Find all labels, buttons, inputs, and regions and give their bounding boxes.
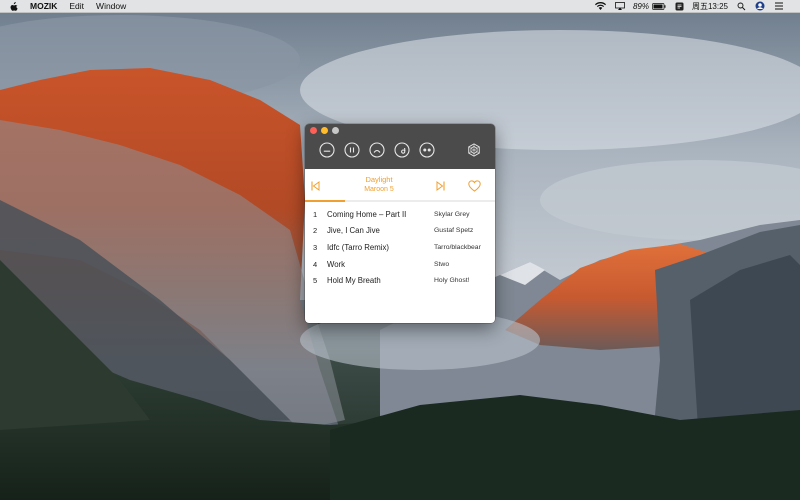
wifi-icon[interactable] [594, 0, 606, 13]
next-track-button[interactable] [435, 180, 446, 191]
now-playing-title: Daylight [365, 175, 393, 184]
track-number: 2 [313, 226, 318, 236]
search-icon[interactable] [737, 0, 746, 13]
zoom-window-button[interactable] [332, 127, 339, 134]
pause-face-icon[interactable] [344, 142, 360, 158]
track-list-item[interactable]: 3 Idfc (Tarro Remix) Tarro/blackbear [305, 239, 495, 256]
airplay-icon[interactable] [615, 0, 625, 13]
track-title: Idfc (Tarro Remix) [327, 242, 389, 252]
track-artist: Tarro/blackbear [434, 243, 481, 251]
app-status-icon[interactable] [675, 0, 684, 13]
now-playing-artist: Maroon 5 [364, 186, 394, 193]
menu-app-name[interactable]: MOZIK [30, 0, 57, 13]
track-artist: Stwo [434, 260, 450, 268]
battery-percent: 89% [632, 1, 649, 11]
menu-bar-left: MOZIK Edit Window [0, 0, 138, 13]
user-icon[interactable] [755, 0, 765, 13]
track-list-item[interactable]: 4 Work Stwo [305, 256, 495, 273]
wink-face-icon[interactable] [394, 142, 410, 158]
now-playing-bar: Daylight Maroon 5 [305, 169, 495, 201]
playback-progress-fill [305, 200, 345, 202]
apple-icon[interactable] [9, 1, 18, 11]
neutral-face-icon[interactable] [319, 142, 335, 158]
battery-icon[interactable] [652, 0, 666, 13]
track-title: Coming Home – Part II [327, 209, 407, 219]
mozik-player-window: Daylight Maroon 5 1 Coming Home – Part I… [305, 124, 495, 323]
sad-face-icon[interactable] [369, 142, 385, 158]
track-artist: Skylar Grey [434, 210, 470, 218]
settings-hexagon-icon[interactable] [466, 142, 482, 158]
list-icon[interactable] [774, 0, 784, 13]
track-list: 1 Coming Home – Part II Skylar Grey 2 Ji… [305, 206, 495, 289]
favorite-heart-icon[interactable] [467, 179, 481, 192]
track-artist: Holy Ghost! [434, 277, 470, 285]
track-list-item[interactable]: 1 Coming Home – Part II Skylar Grey [305, 206, 495, 223]
shades-face-icon[interactable] [419, 142, 435, 158]
menu-bar-status: 89% 周五13:25 [586, 0, 800, 13]
track-artist: Gustaf Spetz [434, 227, 474, 235]
previous-track-button[interactable] [310, 180, 321, 191]
playback-progress-bar[interactable] [305, 200, 495, 202]
track-title: Work [327, 259, 346, 269]
player-toolbar [305, 124, 495, 169]
track-list-item[interactable]: 5 Hold My Breath Holy Ghost! [305, 272, 495, 289]
track-number: 1 [313, 209, 318, 219]
menu-bar: MOZIK Edit Window 89% 周五13:25 [0, 0, 800, 13]
menu-edit[interactable]: Edit [69, 0, 84, 13]
menu-window[interactable]: Window [96, 0, 126, 13]
menu-bar-clock[interactable]: 周五13:25 [692, 0, 728, 13]
track-title: Jive, I Can Jive [327, 226, 380, 236]
close-window-button[interactable] [310, 127, 317, 134]
track-number: 4 [313, 259, 318, 269]
track-number: 5 [313, 276, 318, 286]
minimize-window-button[interactable] [321, 127, 328, 134]
track-number: 3 [313, 242, 318, 252]
track-list-item[interactable]: 2 Jive, I Can Jive Gustaf Spetz [305, 223, 495, 240]
track-title: Hold My Breath [327, 276, 381, 286]
